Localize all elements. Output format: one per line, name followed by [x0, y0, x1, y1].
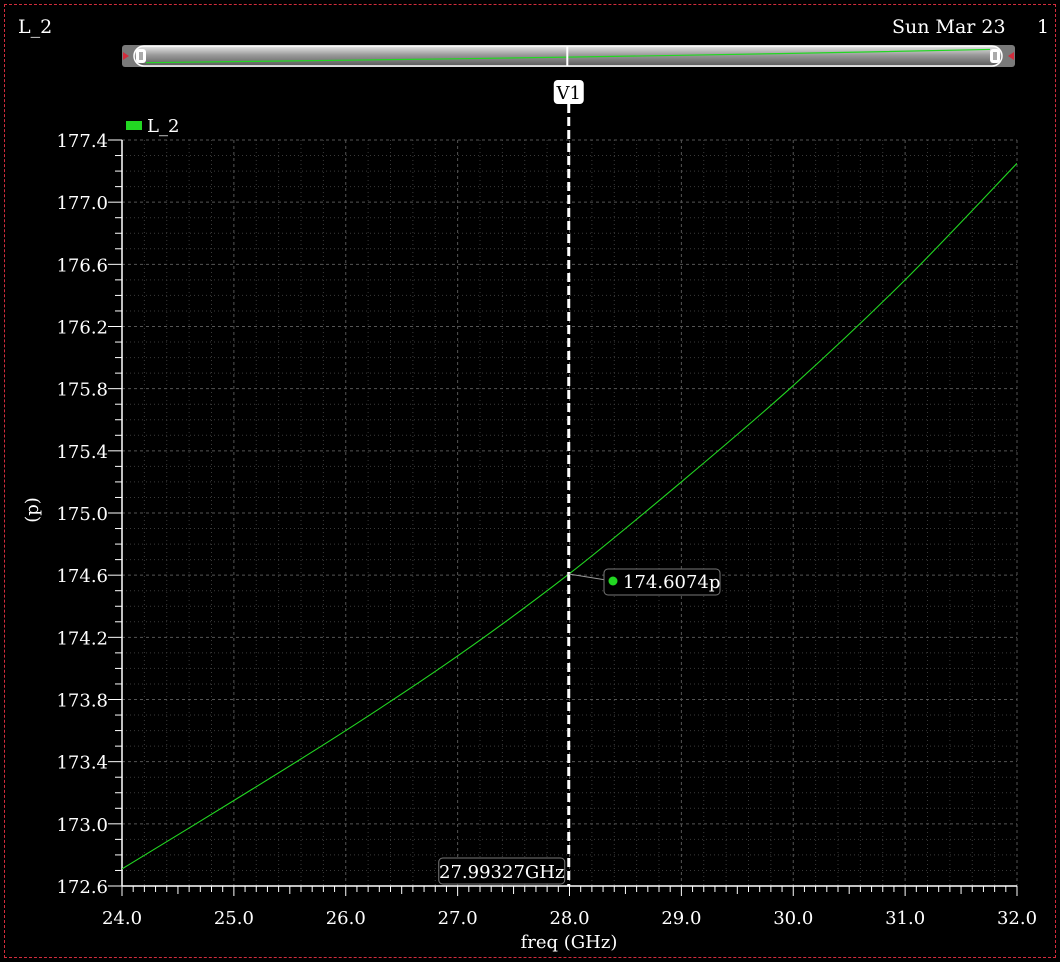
y-tick-label: 173.8: [56, 691, 108, 712]
overview-scrollbar[interactable]: [122, 45, 1015, 67]
x-tick-label: 32.0: [997, 908, 1037, 929]
y-tick-label: 175.4: [56, 442, 108, 463]
x-tick-label: 25.0: [214, 908, 254, 929]
legend-label: L_2: [147, 116, 179, 137]
marker-label: V1: [556, 83, 581, 104]
y-tick-label: 175.8: [56, 380, 108, 401]
right-handle-icon[interactable]: [990, 49, 1000, 63]
x-tick-label: 30.0: [773, 908, 813, 929]
x-tick-labels: 24.0 25.0 26.0 27.0 28.0 29.0 30.0 31.0 32.0: [102, 908, 1037, 929]
y-tick-label: 173.0: [56, 815, 108, 836]
axes: [108, 139, 1018, 896]
readout-leader-line: [568, 573, 607, 581]
y-tick-label: 173.4: [56, 753, 108, 774]
y-tick-label: 174.2: [56, 628, 108, 649]
x-axis-label: freq (GHz): [521, 932, 618, 953]
readout-dot-icon: [608, 576, 618, 586]
y-tick-labels: 172.6 173.0 173.4 173.8 174.2 174.6 175.0 175.4…: [56, 131, 108, 898]
legend-swatch: [126, 121, 142, 130]
x-tick-label: 27.0: [438, 908, 478, 929]
y-tick-label: 177.0: [56, 193, 108, 214]
y-tick-label: 172.6: [56, 877, 108, 898]
x-tick-label: 24.0: [102, 908, 142, 929]
x-tick-label: 26.0: [326, 908, 366, 929]
y-tick-label: 177.4: [56, 131, 108, 152]
marker-y-readout-box: 174.6074p: [603, 568, 721, 596]
x-tick-label: 31.0: [885, 908, 925, 929]
y-tick-label: 176.6: [56, 255, 108, 276]
x-tick-label: 28.0: [549, 908, 589, 929]
left-handle-icon[interactable]: [136, 49, 146, 63]
marker-x-readout: 27.99327GHz: [439, 862, 564, 883]
chart[interactable]: V1 L_2 172.6 173.0 173.4 173.8 174.2 174.6 175…: [0, 0, 1060, 962]
y-axis-label: (p): [22, 497, 43, 523]
x-tick-label: 29.0: [661, 908, 701, 929]
y-tick-label: 174.6: [56, 566, 108, 587]
marker-label-box[interactable]: V1: [553, 80, 584, 104]
y-tick-label: 175.0: [56, 504, 108, 525]
marker-y-readout: 174.6074p: [623, 572, 720, 593]
y-tick-label: 176.2: [56, 318, 108, 339]
marker-x-readout-box: 27.99327GHz: [438, 857, 566, 885]
